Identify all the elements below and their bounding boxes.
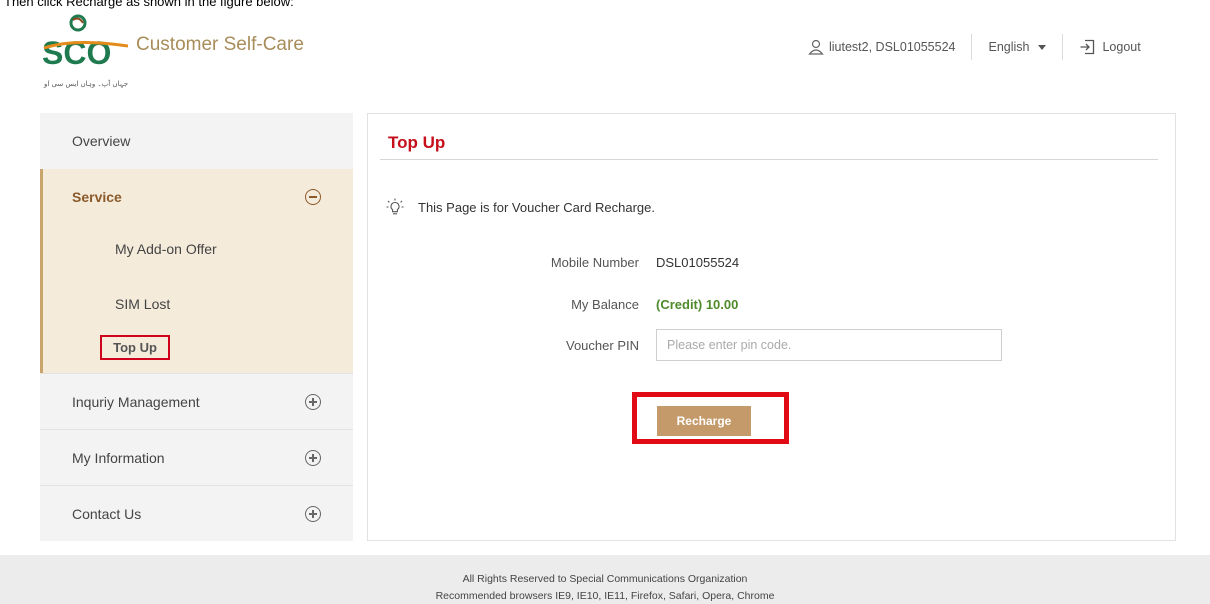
language-label: English <box>988 40 1030 54</box>
mobile-number-label: Mobile Number <box>550 255 639 270</box>
sco-logo-icon: SCO جہاں آپ۔ وہاں ایس سی او <box>42 14 129 88</box>
balance-value: (Credit) 10.00 <box>656 297 739 312</box>
expand-circle-icon[interactable] <box>305 450 321 466</box>
logo-letters: SCO <box>42 35 111 71</box>
sidebar-item-label: Contact Us <box>72 505 142 522</box>
copyright-text: All Rights Reserved to Special Communica… <box>462 573 748 585</box>
recharge-button[interactable]: Recharge <box>657 406 751 436</box>
header: SCO جہاں آپ۔ وہاں ایس سی او Customer Sel… <box>0 0 1210 100</box>
language-select[interactable]: English <box>988 40 1047 54</box>
sidebar-group-service: Service My Add-on Offer SIM Lost Top Up <box>40 169 353 373</box>
lightbulb-icon <box>386 198 404 216</box>
page-title: Top Up <box>388 133 446 152</box>
sidebar-subitem-add-on-offer[interactable]: My Add-on Offer <box>115 241 217 257</box>
footer: All Rights Reserved to Special Communica… <box>0 555 1210 604</box>
header-divider <box>971 34 973 60</box>
voucher-pin-input[interactable] <box>656 329 1002 361</box>
logout-label: Logout <box>1102 40 1141 54</box>
expand-circle-icon[interactable] <box>305 394 321 410</box>
sidebar-item-label: My Information <box>72 449 165 466</box>
sidebar-item-service[interactable]: Service <box>40 169 353 225</box>
sidebar-item-label: Service <box>72 189 122 205</box>
expand-circle-icon[interactable] <box>305 506 321 522</box>
info-tip: This Page is for Voucher Card Recharge. <box>386 198 655 216</box>
caret-down-icon <box>1038 44 1047 50</box>
user-menu: liutest2, DSL01055524 English Logout <box>808 34 1141 60</box>
sidebar-item-inquiry-management[interactable]: Inquriy Management <box>40 373 353 429</box>
sco-logo[interactable]: SCO جہاں آپ۔ وہاں ایس سی او <box>40 12 130 94</box>
mobile-number-value: DSL01055524 <box>656 255 740 270</box>
logout-icon <box>1079 39 1095 55</box>
top-up-panel: Top Up This Page is for Voucher Card Rec… <box>367 113 1176 541</box>
user-label[interactable]: liutest2, DSL01055524 <box>829 40 955 54</box>
recharge-highlight-box: Recharge <box>632 392 789 444</box>
sidebar-item-label: Inquriy Management <box>72 393 200 410</box>
sidebar-subitem-sim-lost[interactable]: SIM Lost <box>115 296 170 312</box>
balance-label: My Balance <box>571 297 639 312</box>
browser-recommendation: Recommended browsers IE9, IE10, IE11, Fi… <box>435 590 775 602</box>
brand-title: Customer Self-Care <box>136 34 304 55</box>
logout-button[interactable]: Logout <box>1079 39 1141 55</box>
sidebar-nav: Overview Service My Add-on Offer SIM Los… <box>40 113 353 541</box>
tip-text: This Page is for Voucher Card Recharge. <box>418 199 656 215</box>
user-icon <box>808 39 824 55</box>
header-divider <box>1062 34 1064 60</box>
collapse-circle-icon[interactable] <box>305 189 321 205</box>
title-divider <box>380 159 1158 160</box>
logo-tagline: جہاں آپ۔ وہاں ایس سی او <box>43 79 128 88</box>
voucher-pin-label: Voucher PIN <box>566 338 639 353</box>
sidebar-item-contact-us[interactable]: Contact Us <box>40 485 353 541</box>
sidebar-item-label: Overview <box>72 133 131 149</box>
sidebar-subitem-top-up[interactable]: Top Up <box>100 335 170 360</box>
sidebar-item-my-information[interactable]: My Information <box>40 429 353 485</box>
sidebar-item-overview[interactable]: Overview <box>40 113 353 169</box>
